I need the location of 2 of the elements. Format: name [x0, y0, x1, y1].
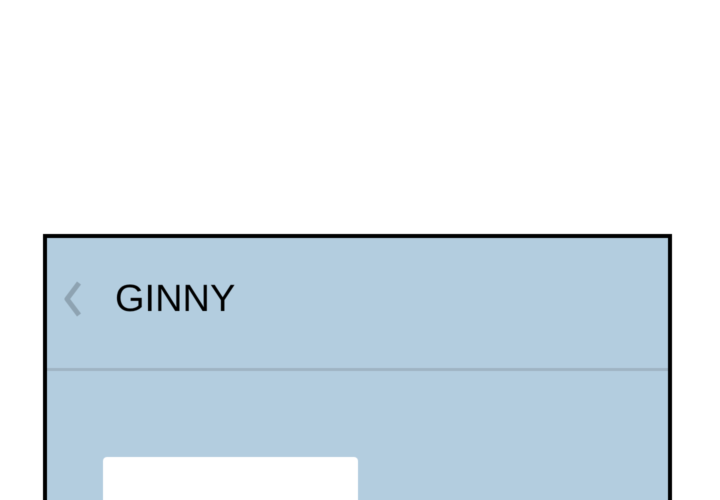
back-icon[interactable] — [63, 281, 83, 317]
contact-name: GINNY — [115, 278, 236, 320]
